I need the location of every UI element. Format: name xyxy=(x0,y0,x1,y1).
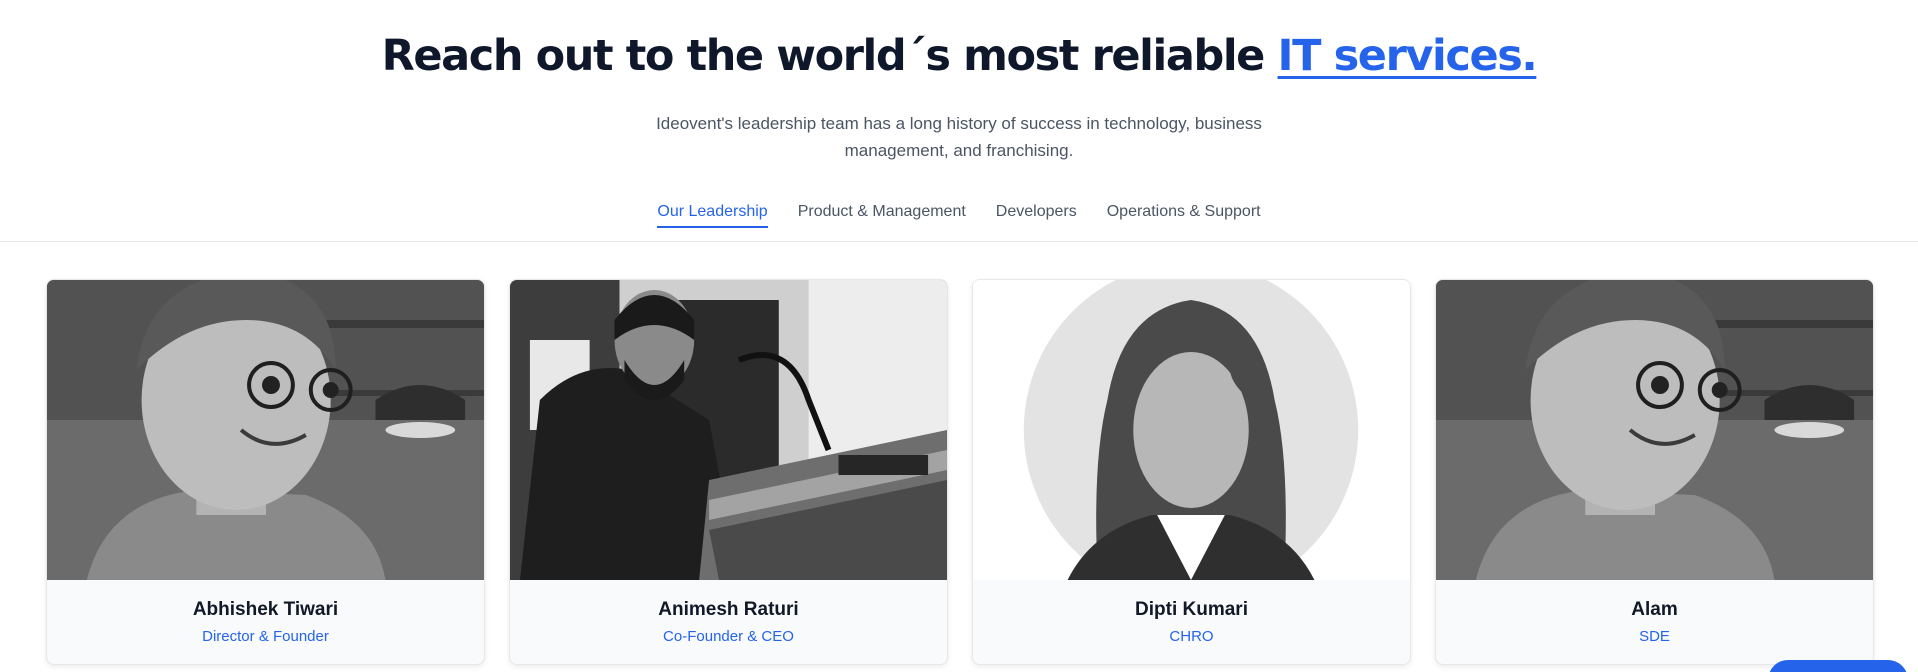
team-card[interactable]: Alam SDE xyxy=(1435,279,1874,665)
member-name: Alam xyxy=(1631,599,1678,620)
team-card[interactable]: Animesh Raturi Co-Founder & CEO xyxy=(509,279,948,665)
member-info: Animesh Raturi Co-Founder & CEO xyxy=(510,580,947,664)
podium-image xyxy=(510,280,947,580)
member-info: Abhishek Tiwari Director & Founder xyxy=(47,580,484,664)
chat-button[interactable] xyxy=(1768,660,1908,672)
member-role: Director & Founder xyxy=(202,628,329,645)
title-accent-link[interactable]: IT services. xyxy=(1278,31,1538,81)
member-name: Dipti Kumari xyxy=(1135,599,1248,620)
member-name: Animesh Raturi xyxy=(658,599,799,620)
member-role: SDE xyxy=(1639,628,1670,645)
member-info: Dipti Kumari CHRO xyxy=(973,580,1410,664)
portrait-image xyxy=(47,280,484,580)
tab-our-leadership[interactable]: Our Leadership xyxy=(657,196,768,228)
cartoon-man-portrait xyxy=(1436,280,1873,580)
avatar-image xyxy=(973,280,1410,580)
member-info: Alam SDE xyxy=(1436,580,1873,664)
member-role: Co-Founder & CEO xyxy=(663,628,794,645)
title-main: Reach out to the world´s most reliable xyxy=(381,31,1278,81)
team-grid: Abhishek Tiwari Director & Founder Anime… xyxy=(46,279,1874,665)
female-avatar-placeholder xyxy=(973,280,1410,580)
man-at-podium-photo xyxy=(510,280,947,580)
member-role: CHRO xyxy=(1169,628,1214,645)
team-tabs: Our Leadership Product & Management Deve… xyxy=(0,196,1918,242)
member-name: Abhishek Tiwari xyxy=(192,599,339,620)
page-title: Reach out to the world´s most reliable I… xyxy=(0,30,1918,82)
portrait-image xyxy=(1436,280,1873,580)
tab-operations-support[interactable]: Operations & Support xyxy=(1107,196,1261,228)
team-card[interactable]: Abhishek Tiwari Director & Founder xyxy=(46,279,485,665)
hero-section: Reach out to the world´s most reliable I… xyxy=(0,0,1918,164)
team-card[interactable]: Dipti Kumari CHRO xyxy=(972,279,1411,665)
tab-developers[interactable]: Developers xyxy=(996,196,1077,228)
cartoon-man-portrait xyxy=(47,280,484,580)
tab-product-management[interactable]: Product & Management xyxy=(798,196,966,228)
page-subtitle: Ideovent's leadership team has a long hi… xyxy=(656,114,1262,160)
